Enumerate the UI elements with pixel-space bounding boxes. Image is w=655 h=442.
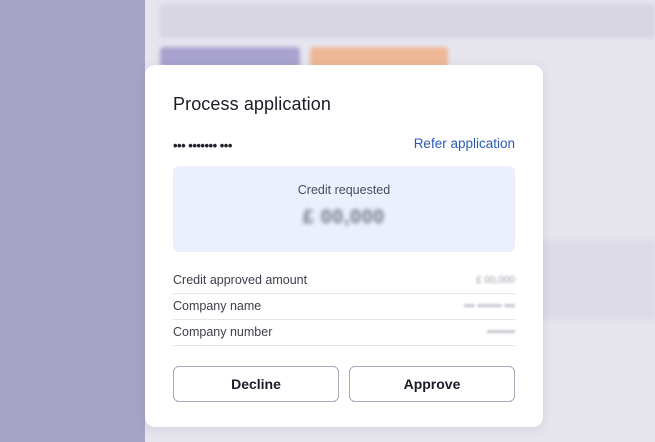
- credit-requested-value: £ 00,000: [303, 207, 385, 228]
- modal-title: Process application: [173, 94, 331, 114]
- details-list: Credit approved amount £ 00,000 Company …: [173, 268, 515, 346]
- detail-label: Credit approved amount: [173, 273, 308, 287]
- background-sidebar: [0, 0, 145, 442]
- refer-application-link[interactable]: Refer application: [414, 136, 515, 151]
- detail-row-company-name: Company name ••• ••••••• •••: [173, 294, 515, 320]
- detail-value: ••• ••••••• •••: [463, 301, 515, 312]
- credit-requested-box: Credit requested £ 00,000: [173, 166, 515, 252]
- decline-button[interactable]: Decline: [173, 366, 339, 402]
- detail-row-credit-approved: Credit approved amount £ 00,000: [173, 268, 515, 294]
- application-id: ••• ••••••• •••: [173, 138, 232, 153]
- detail-label: Company name: [173, 299, 262, 313]
- detail-row-company-number: Company number ••••••••: [173, 320, 515, 346]
- credit-requested-label: Credit requested: [297, 183, 391, 197]
- detail-value: £ 00,000: [476, 275, 515, 286]
- detail-label: Company number: [173, 325, 273, 339]
- background-toolbar: [160, 4, 655, 38]
- process-application-modal: Process application ••• ••••••• ••• Refe…: [145, 65, 543, 427]
- detail-value: ••••••••: [486, 327, 515, 338]
- approve-button[interactable]: Approve: [349, 366, 515, 402]
